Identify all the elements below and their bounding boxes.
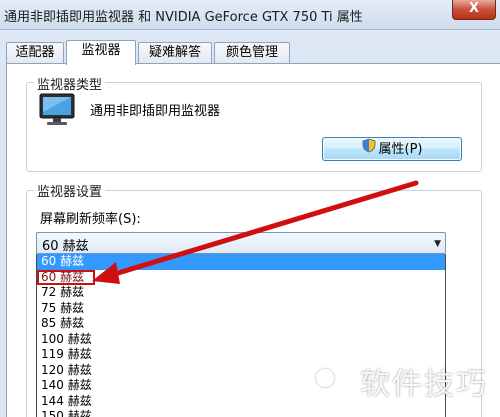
properties-button[interactable]: 属性(P) [322, 137, 462, 161]
option-item[interactable]: 100 赫兹 [37, 332, 445, 348]
tab-adapter[interactable]: 适配器 [6, 42, 64, 64]
chevron-down-icon: ▼ [434, 239, 441, 249]
option-item[interactable]: 60 赫兹 [37, 254, 445, 270]
close-icon: X [468, 1, 480, 16]
title-bar: 通用非即插即用监视器 和 NVIDIA GeForce GTX 750 Ti 属… [0, 0, 500, 30]
window-title: 通用非即插即用监视器 和 NVIDIA GeForce GTX 750 Ti 属… [4, 10, 363, 25]
option-item[interactable]: 60 赫兹 [37, 269, 95, 285]
monitor-name: 通用非即插即用监视器 [90, 104, 221, 119]
tab-color-management[interactable]: 颜色管理 [214, 42, 290, 64]
monitor-icon [38, 92, 78, 131]
option-item[interactable]: 72 赫兹 [37, 285, 445, 301]
shield-icon [362, 138, 376, 161]
tab-monitor[interactable]: 监视器 [66, 40, 136, 65]
refresh-rate-selected: 60 赫兹 [42, 239, 89, 254]
option-item[interactable]: 85 赫兹 [37, 316, 445, 332]
monitor-settings-title: 监视器设置 [34, 181, 106, 200]
option-item[interactable]: 75 赫兹 [37, 301, 445, 317]
close-button[interactable]: X [452, 0, 496, 20]
monitor-type-title: 监视器类型 [34, 74, 106, 93]
tab-troubleshoot[interactable]: 疑难解答 [138, 42, 212, 64]
option-item[interactable]: 150 赫兹 [37, 409, 445, 417]
properties-button-label: 属性(P) [378, 142, 423, 157]
refresh-rate-dropdown[interactable]: 60 赫兹 ▼ [36, 232, 446, 254]
refresh-rate-label: 屏幕刷新频率(S): [40, 212, 141, 227]
watermark: 软件技巧 [360, 367, 488, 402]
watermark-icon [316, 369, 334, 387]
